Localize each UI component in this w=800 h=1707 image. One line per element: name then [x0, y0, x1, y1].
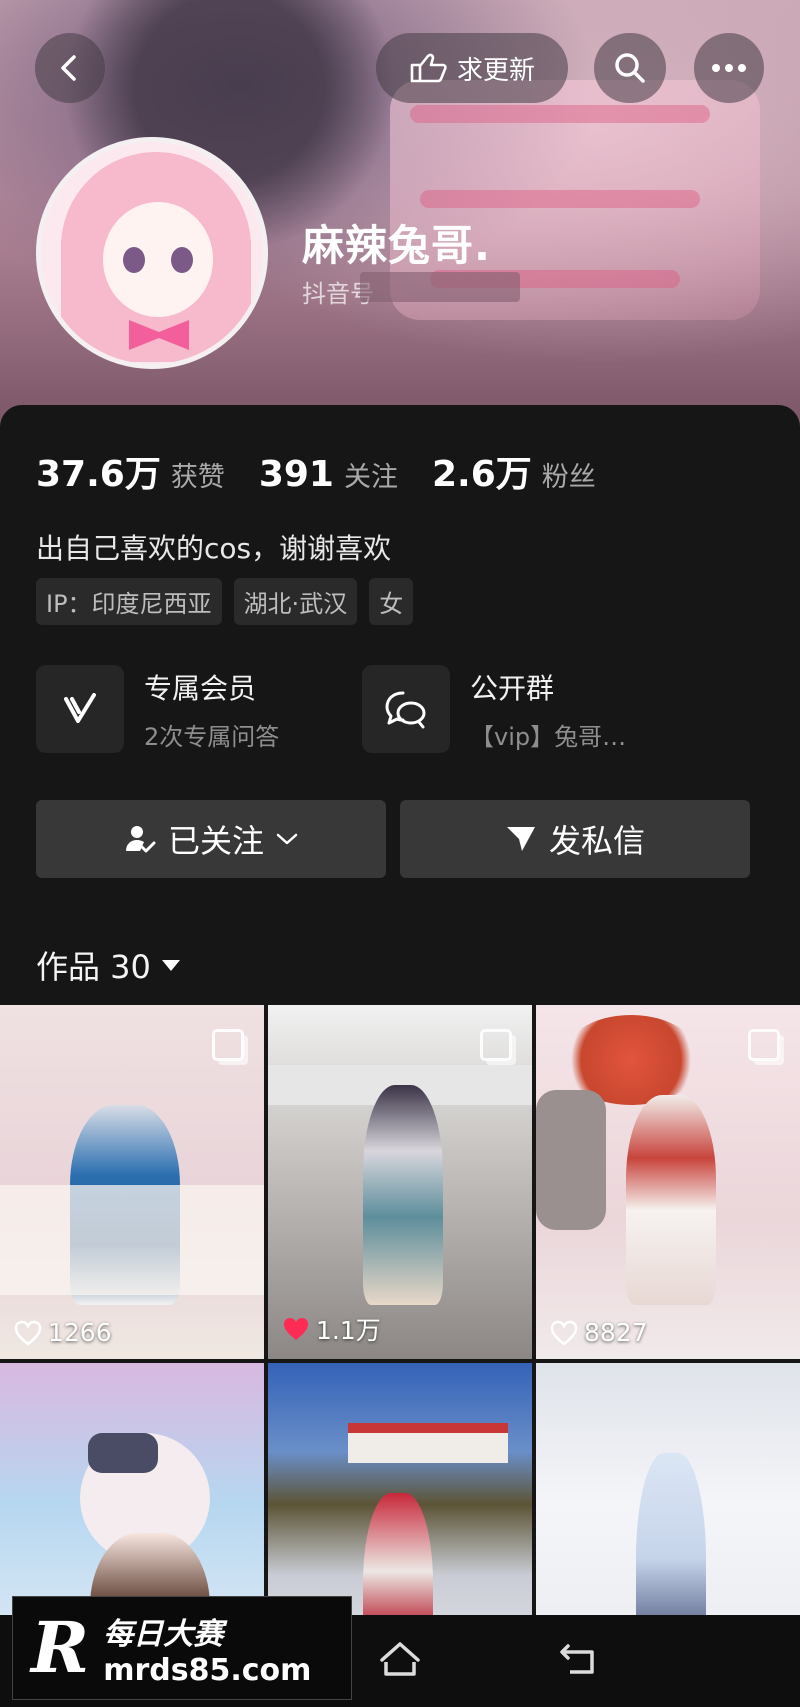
following-label: 已关注	[167, 822, 264, 860]
like-count: 8827	[550, 1318, 648, 1347]
home-icon	[380, 1642, 420, 1676]
profile-stats: 37.6万 获赞 391 关注 2.6万 粉丝	[36, 445, 630, 497]
send-message-button[interactable]: 发私信	[400, 800, 750, 878]
video-thumbnail[interactable]: 8827	[536, 1005, 800, 1359]
chat-group-icon	[362, 665, 450, 753]
heart-outline-icon	[550, 1320, 578, 1346]
send-message-label: 发私信	[548, 822, 645, 860]
exclusive-membership-entry[interactable]: 专属会员 2次专属问答	[36, 665, 279, 753]
following-label: 关注	[343, 462, 398, 493]
gender-tag: 女	[369, 578, 414, 625]
profile-nickname: 麻辣兔哥.	[302, 221, 491, 270]
membership-subtitle: 2次专属问答	[144, 722, 280, 751]
works-label: 作品 30	[36, 948, 151, 986]
watermark: R 每日大赛 mrds85.com	[12, 1596, 352, 1700]
public-group-entry[interactable]: 公开群 【vip】兔哥…	[362, 665, 626, 753]
multi-image-icon	[212, 1029, 244, 1061]
request-update-button[interactable]: 求更新	[376, 33, 568, 103]
tab-works[interactable]: 作品 30	[36, 942, 181, 988]
heart-outline-icon	[14, 1320, 42, 1346]
back-button[interactable]	[35, 33, 105, 103]
following-button[interactable]: 已关注	[36, 800, 386, 878]
more-dots-icon	[712, 64, 746, 72]
heart-filled-icon	[284, 1318, 308, 1340]
video-thumbnail[interactable]: 1.1万	[268, 1005, 532, 1359]
like-count-value: 8827	[584, 1318, 648, 1347]
followers-count[interactable]: 2.6万	[432, 445, 532, 497]
profile-bio: 出自己喜欢的cos，谢谢喜欢	[36, 532, 392, 565]
redacted-id	[360, 272, 520, 302]
followers-label: 粉丝	[541, 462, 596, 493]
v-badge-icon	[36, 665, 124, 753]
like-count-value: 1266	[48, 1318, 112, 1347]
more-options-button[interactable]	[694, 33, 764, 103]
watermark-url: mrds85.com	[103, 1652, 312, 1688]
group-title: 公开群	[470, 671, 555, 705]
search-icon	[615, 53, 645, 83]
likes-label: 获赞	[170, 462, 225, 493]
following-count[interactable]: 391	[259, 454, 334, 495]
send-arrow-icon	[506, 827, 535, 851]
watermark-title: 每日大赛	[103, 1616, 224, 1652]
user-check-icon	[125, 826, 156, 853]
membership-title: 专属会员	[144, 671, 257, 705]
return-arrow-icon	[560, 1644, 594, 1674]
multi-image-icon	[748, 1029, 780, 1061]
like-count-value: 1.1万	[316, 1316, 381, 1345]
watermark-logo: R	[31, 1606, 90, 1689]
group-subtitle: 【vip】兔哥…	[470, 722, 627, 751]
pointing-hand-icon	[410, 53, 447, 83]
request-update-label: 求更新	[456, 55, 535, 86]
likes-count[interactable]: 37.6万	[36, 445, 161, 497]
like-count: 1266	[14, 1318, 112, 1347]
back-nav-button[interactable]	[556, 1640, 600, 1684]
video-thumbnail[interactable]: 1266	[0, 1005, 264, 1359]
triangle-down-icon	[161, 960, 180, 971]
chevron-left-icon	[61, 55, 76, 81]
ip-location-tag: IP：印度尼西亚	[36, 578, 222, 625]
home-nav-button[interactable]	[378, 1640, 422, 1684]
chevron-down-icon	[276, 833, 298, 845]
profile-tags: IP：印度尼西亚 湖北·武汉 女	[36, 578, 414, 625]
city-tag: 湖北·武汉	[233, 578, 358, 625]
multi-image-icon	[480, 1029, 512, 1061]
like-count: 1.1万	[282, 1311, 381, 1347]
search-button[interactable]	[594, 33, 666, 103]
avatar[interactable]	[36, 137, 268, 369]
